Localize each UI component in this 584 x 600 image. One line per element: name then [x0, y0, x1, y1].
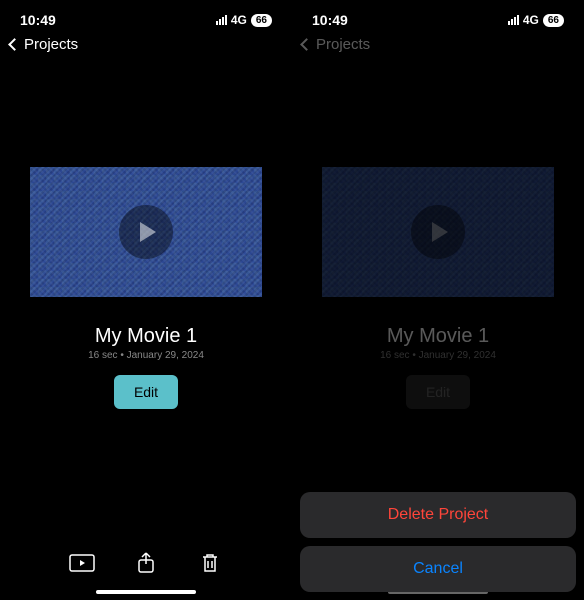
phone-screen-left: 10:49 4G 66 Projects My Movie 1 16 sec •… [0, 0, 292, 600]
back-button[interactable]: Projects [0, 32, 292, 57]
chevron-left-icon [8, 38, 21, 51]
phone-screen-right: 10:49 4G 66 Projects My Movie 1 16 sec •… [292, 0, 584, 600]
share-icon[interactable] [132, 552, 160, 574]
status-time: 10:49 [312, 12, 348, 28]
content: My Movie 1 16 sec • January 29, 2024 Edi… [0, 167, 292, 409]
status-right: 4G 66 [508, 13, 564, 27]
action-sheet: Delete Project Cancel [300, 492, 576, 592]
network-label: 4G [231, 13, 247, 27]
bottom-toolbar [0, 552, 292, 584]
content: My Movie 1 16 sec • January 29, 2024 Edi… [292, 167, 584, 409]
network-label: 4G [523, 13, 539, 27]
play-rect-icon[interactable] [68, 552, 96, 574]
edit-button[interactable]: Edit [114, 375, 178, 409]
status-time: 10:49 [20, 12, 56, 28]
play-icon [140, 222, 156, 242]
signal-icon [216, 15, 227, 25]
trash-icon[interactable] [196, 552, 224, 574]
play-button [411, 205, 465, 259]
back-button: Projects [292, 32, 584, 57]
status-bar: 10:49 4G 66 [292, 0, 584, 32]
movie-title: My Movie 1 [20, 325, 272, 348]
battery-icon: 66 [251, 14, 272, 27]
back-label: Projects [316, 36, 370, 53]
cancel-button[interactable]: Cancel [300, 546, 576, 592]
delete-project-button[interactable]: Delete Project [300, 492, 576, 538]
movie-title: My Movie 1 [312, 325, 564, 348]
movie-thumbnail[interactable] [30, 167, 262, 297]
battery-icon: 66 [543, 14, 564, 27]
signal-icon [508, 15, 519, 25]
play-icon [432, 222, 448, 242]
movie-subtitle: 16 sec • January 29, 2024 [312, 350, 564, 361]
edit-button: Edit [406, 375, 470, 409]
movie-thumbnail [322, 167, 554, 297]
status-right: 4G 66 [216, 13, 272, 27]
home-indicator[interactable] [96, 590, 196, 594]
back-label: Projects [24, 36, 78, 53]
status-bar: 10:49 4G 66 [0, 0, 292, 32]
chevron-left-icon [300, 38, 313, 51]
play-button[interactable] [119, 205, 173, 259]
movie-subtitle: 16 sec • January 29, 2024 [20, 350, 272, 361]
